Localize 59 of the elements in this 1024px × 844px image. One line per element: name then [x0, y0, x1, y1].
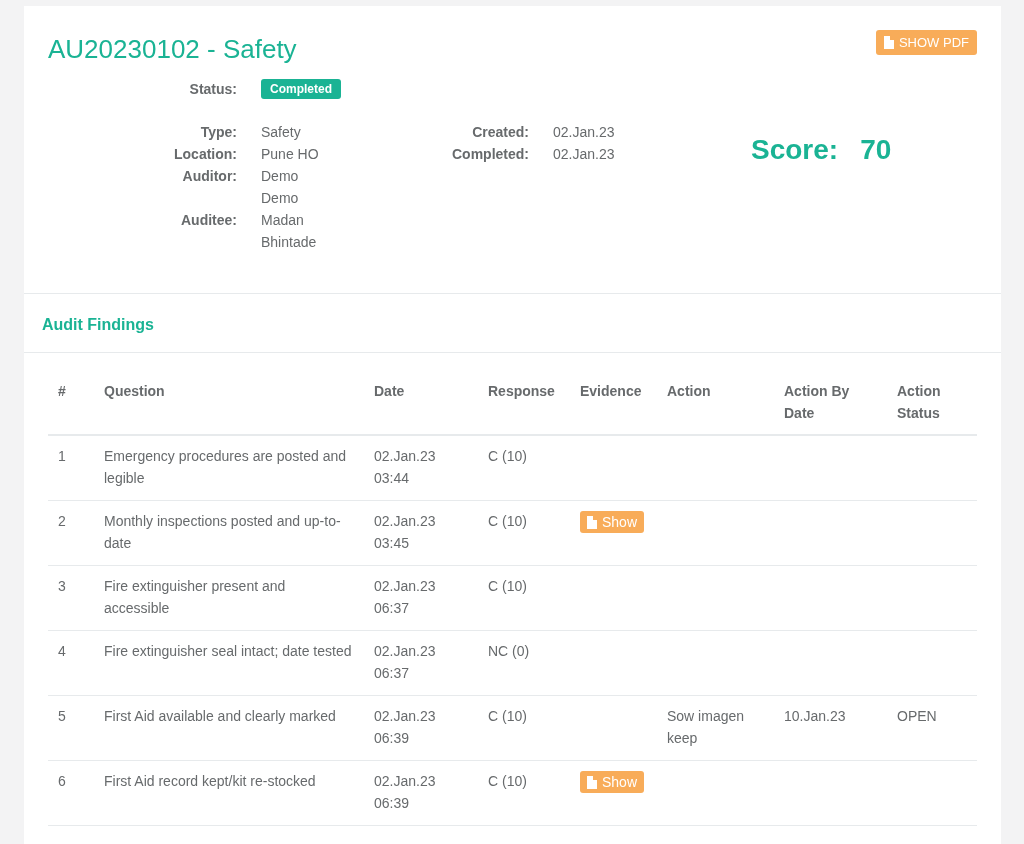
column-header: Action By Date — [784, 383, 850, 421]
field-value: 02.Jan.23 — [553, 123, 616, 142]
table-cell: NC (0) — [488, 643, 530, 659]
table-cell: Emergency procedures are posted and legible — [104, 448, 347, 486]
field-value: Pune HO — [261, 145, 320, 164]
show-pdf-button[interactable]: SHOW PDF — [875, 30, 977, 55]
table-cell: 6 — [58, 773, 66, 789]
field-label: Auditor: — [181, 167, 237, 186]
table-cell: 10.Jan.23 — [784, 708, 846, 724]
document-icon — [587, 775, 597, 789]
column-header: Question — [104, 383, 165, 399]
field-label: Type: — [199, 123, 237, 142]
column-header: Action — [667, 383, 711, 399]
table-cell: 2 — [58, 513, 66, 529]
table-cell: 02.Jan.23 06:37 — [374, 643, 436, 681]
status-badge: Completed — [261, 79, 341, 99]
column-header: Response — [488, 383, 555, 399]
score-value: 70 — [860, 134, 892, 167]
audit-title: AU20230102 - Safety — [48, 34, 297, 65]
table-cell: C (10) — [488, 448, 527, 464]
document-icon — [587, 515, 597, 529]
table-cell: Sow imagen keep — [667, 708, 745, 746]
score-label: Score: — [751, 134, 839, 167]
column-header: Date — [374, 383, 405, 399]
table-cell: C (10) — [488, 708, 527, 724]
show-evidence-button[interactable]: Show — [580, 771, 645, 793]
field-label: Auditee: — [180, 211, 237, 230]
field-value: Demo Demo — [261, 167, 300, 208]
table-cell: 02.Jan.23 06:39 — [374, 773, 436, 811]
table-cell: First Aid record kept/kit re-stocked — [104, 773, 316, 789]
table-cell: Fire extinguisher present and accessible — [104, 578, 286, 616]
table-cell: 02.Jan.23 03:45 — [374, 513, 436, 551]
column-header: Evidence — [580, 383, 642, 399]
table-cell: C (10) — [488, 513, 527, 529]
table-cell: OPEN — [897, 708, 937, 724]
field-value: 02.Jan.23 — [553, 145, 616, 164]
table-cell: 4 — [58, 643, 66, 659]
table-cell: First Aid available and clearly marked — [104, 708, 336, 724]
table-cell: 02.Jan.23 03:44 — [374, 448, 436, 486]
field-value: Madan Bhintade — [261, 211, 318, 252]
field-label: Location: — [173, 145, 237, 164]
column-header: # — [58, 383, 66, 399]
table-cell: Monthly inspections posted and up-to-date — [104, 513, 341, 551]
table-cell: 02.Jan.23 06:37 — [374, 578, 436, 616]
table-cell: Fire extinguisher seal intact; date tested — [104, 643, 352, 659]
column-header: Action Status — [897, 383, 941, 421]
section-title: Audit Findings — [24, 294, 1001, 353]
field-label: Completed: — [451, 145, 529, 164]
table-cell: 1 — [58, 448, 66, 464]
table-cell: 3 — [58, 578, 66, 594]
field-value: Safety — [261, 123, 302, 142]
table-cell: 5 — [58, 708, 66, 724]
table-cell: C (10) — [488, 578, 527, 594]
show-evidence-button[interactable]: Show — [580, 511, 645, 533]
field-label: Status: — [188, 80, 237, 99]
field-label: Created: — [471, 123, 529, 142]
table-cell: C (10) — [488, 773, 527, 789]
document-icon — [883, 36, 894, 49]
table-cell: 02.Jan.23 06:39 — [374, 708, 436, 746]
